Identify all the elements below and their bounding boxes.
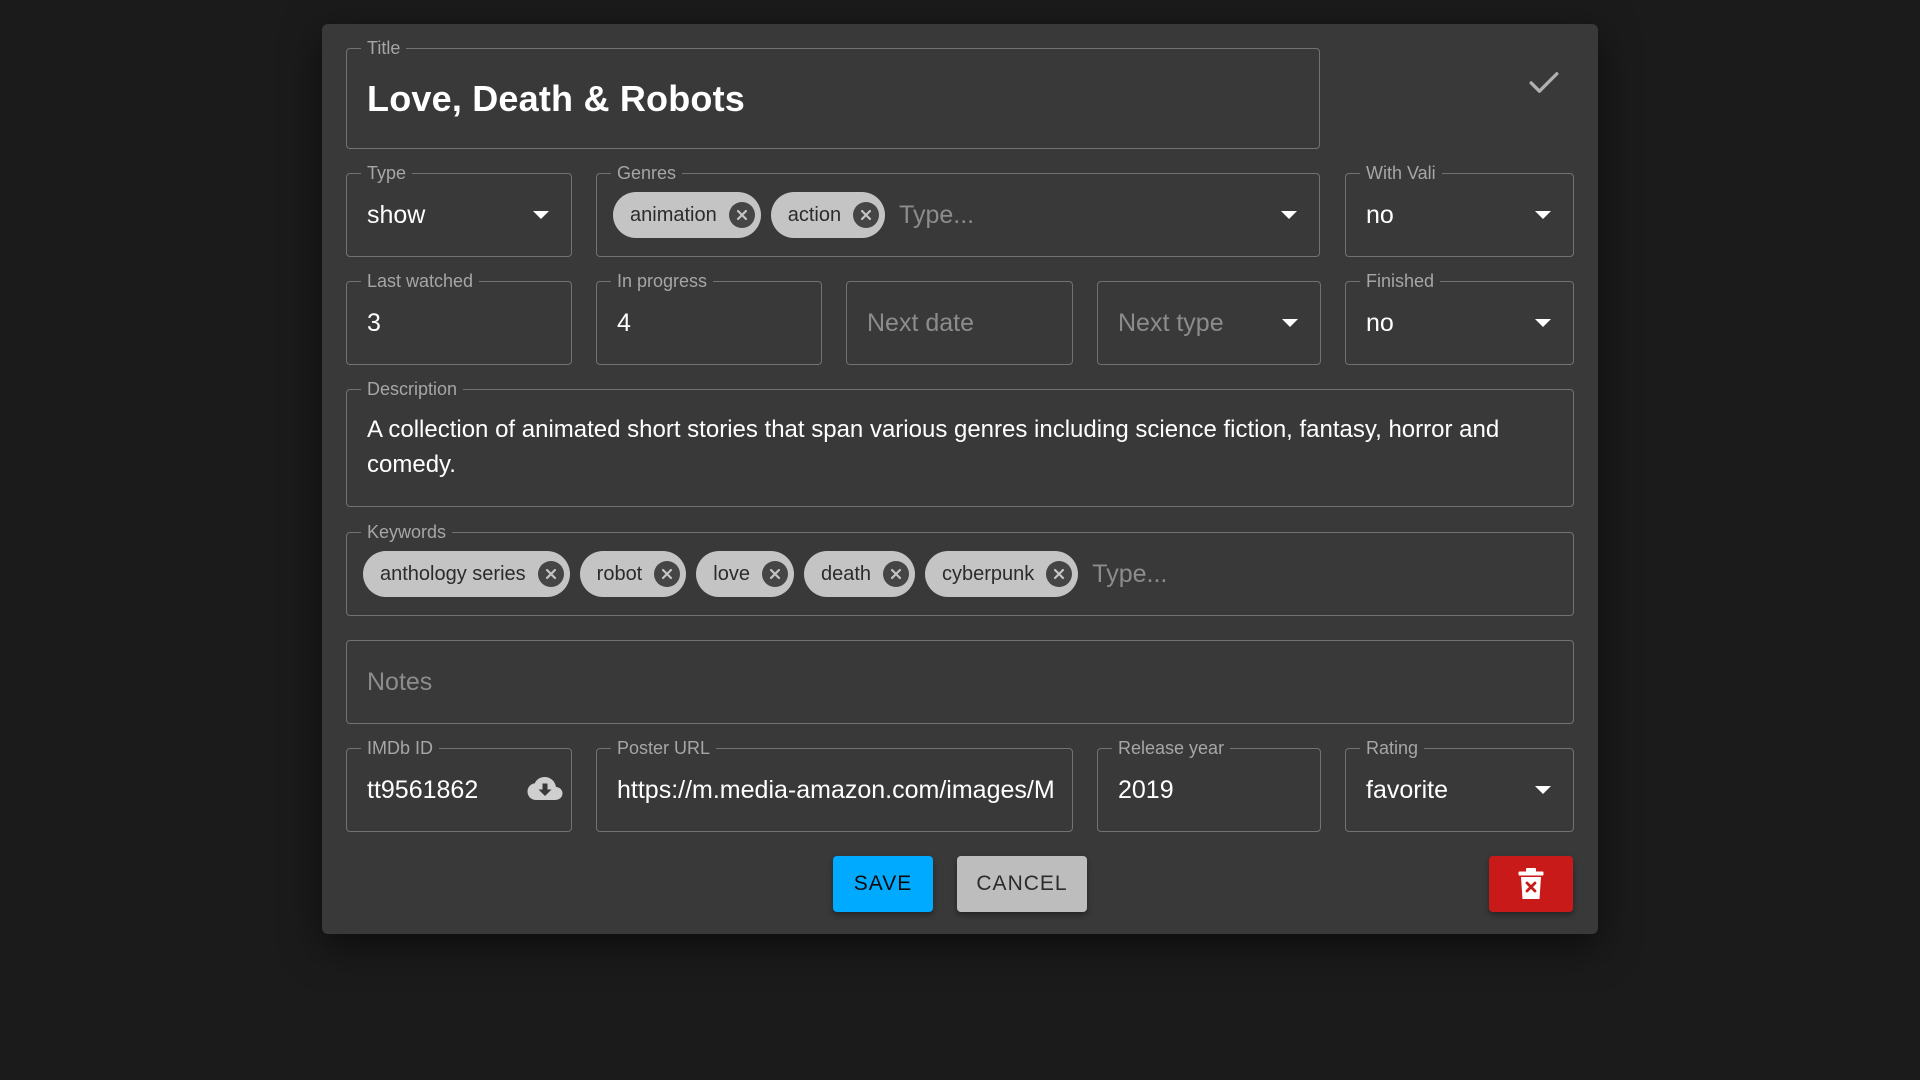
- caret-down-icon[interactable]: [533, 211, 549, 219]
- cancel-button[interactable]: CANCEL: [957, 856, 1087, 912]
- title-field[interactable]: Title Love, Death & Robots: [346, 38, 1320, 149]
- genres-chip-row: animation action Type...: [613, 174, 1259, 256]
- next-date-input[interactable]: Next date: [867, 282, 1058, 364]
- keyword-chip: anthology series: [363, 551, 570, 597]
- imdb-id-field[interactable]: IMDb ID tt9561862: [346, 738, 572, 832]
- save-button[interactable]: SAVE: [833, 856, 933, 912]
- caret-down-icon[interactable]: [1282, 319, 1298, 327]
- genres-input[interactable]: Type...: [899, 201, 974, 230]
- check-icon[interactable]: [1522, 60, 1566, 104]
- last-watched-field[interactable]: Last watched 3: [346, 271, 572, 365]
- rating-value: favorite: [1366, 775, 1448, 804]
- keywords-chip-row: anthology series robot love death cyberp…: [363, 533, 1513, 615]
- in-progress-field[interactable]: In progress 4: [596, 271, 822, 365]
- chip-label: action: [787, 203, 842, 226]
- keyword-chip: love: [696, 551, 794, 597]
- with-vali-value: no: [1366, 200, 1394, 229]
- edit-dialog: Title Love, Death & Robots Type show Gen…: [322, 24, 1598, 934]
- next-type-value: Next type: [1118, 308, 1224, 337]
- close-circle-icon[interactable]: [853, 202, 880, 228]
- close-circle-icon[interactable]: [761, 561, 788, 587]
- caret-down-icon[interactable]: [1535, 786, 1551, 794]
- keywords-input[interactable]: Type...: [1092, 560, 1167, 589]
- keyword-chip: death: [803, 551, 916, 597]
- type-value: show: [367, 200, 426, 229]
- description-label: Description: [361, 379, 464, 399]
- finished-select[interactable]: Finished no: [1345, 271, 1574, 365]
- chip-label: robot: [596, 562, 643, 585]
- chip-label: death: [820, 562, 872, 585]
- notes-field[interactable]: Notes: [346, 640, 1574, 724]
- close-circle-icon[interactable]: [654, 561, 681, 587]
- in-progress-input[interactable]: 4: [617, 282, 807, 364]
- close-circle-icon[interactable]: [1046, 561, 1073, 587]
- notes-input[interactable]: Notes: [367, 641, 1559, 723]
- rating-select[interactable]: Rating favorite: [1345, 738, 1574, 832]
- close-circle-icon[interactable]: [883, 561, 910, 587]
- last-watched-input[interactable]: 3: [367, 282, 557, 364]
- with-vali-select[interactable]: With Vali no: [1345, 163, 1574, 257]
- chip-label: animation: [630, 203, 717, 226]
- next-date-field[interactable]: Next date: [846, 281, 1073, 365]
- chip-label: love: [713, 562, 750, 585]
- delete-button[interactable]: [1489, 856, 1573, 912]
- genres-field[interactable]: Genres animation action Type...: [596, 163, 1320, 257]
- release-year-field[interactable]: Release year 2019: [1097, 738, 1321, 832]
- caret-down-icon[interactable]: [1535, 211, 1551, 219]
- trash-icon: [1518, 868, 1544, 899]
- poster-url-input[interactable]: https://m.media-amazon.com/images/M: [617, 749, 1058, 831]
- description-field[interactable]: Description A collection of animated sho…: [346, 379, 1574, 507]
- close-circle-icon[interactable]: [728, 202, 755, 228]
- genre-chip: action: [770, 192, 886, 238]
- chip-label: anthology series: [380, 562, 526, 585]
- imdb-id-input[interactable]: tt9561862: [367, 749, 517, 831]
- title-input[interactable]: Love, Death & Robots: [367, 49, 1305, 148]
- chip-label: cyberpunk: [942, 562, 1035, 585]
- poster-url-field[interactable]: Poster URL https://m.media-amazon.com/im…: [596, 738, 1073, 832]
- close-circle-icon[interactable]: [537, 561, 564, 587]
- release-year-input[interactable]: 2019: [1118, 749, 1306, 831]
- next-type-select[interactable]: Next type: [1097, 281, 1321, 365]
- keywords-field[interactable]: Keywords anthology series robot love dea…: [346, 522, 1574, 616]
- finished-value: no: [1366, 308, 1394, 337]
- description-textarea[interactable]: A collection of animated short stories t…: [367, 412, 1533, 482]
- keyword-chip: robot: [579, 551, 687, 597]
- cloud-download-icon[interactable]: [525, 773, 565, 807]
- keyword-chip: cyberpunk: [925, 551, 1079, 597]
- caret-down-icon[interactable]: [1535, 319, 1551, 327]
- caret-down-icon[interactable]: [1281, 211, 1297, 219]
- type-select[interactable]: Type show: [346, 163, 572, 257]
- genre-chip: animation: [613, 192, 761, 238]
